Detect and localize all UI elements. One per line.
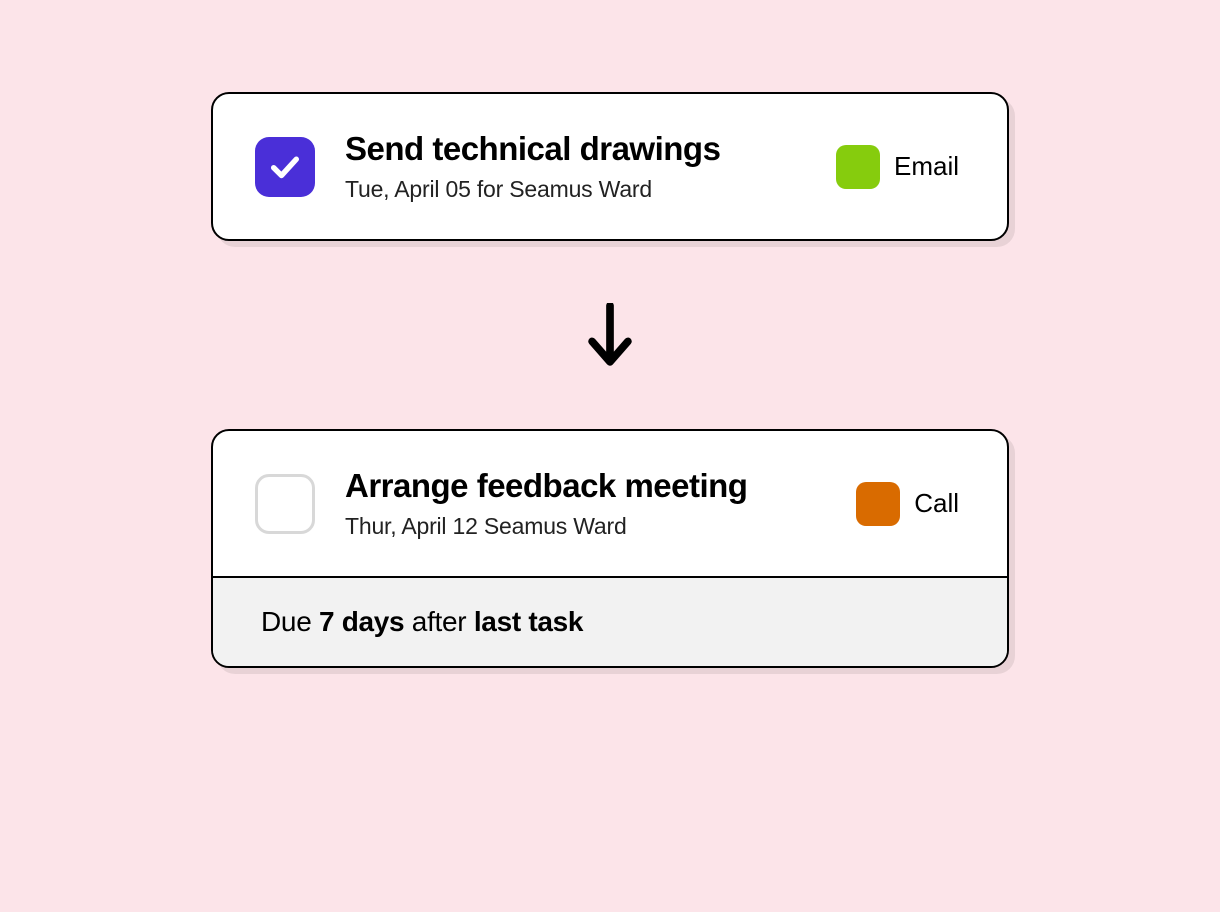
task-main-row: Arrange feedback meeting Thur, April 12 … (213, 431, 1007, 576)
task-tag[interactable]: Email (836, 145, 959, 189)
due-days: 7 days (319, 606, 404, 637)
check-icon (268, 150, 302, 184)
arrow-down-icon (584, 303, 636, 367)
task-title: Arrange feedback meeting (345, 467, 856, 505)
tag-color-swatch (836, 145, 880, 189)
task-title: Send technical drawings (345, 130, 836, 168)
due-prefix: Due (261, 606, 319, 637)
checkbox-unchecked[interactable] (255, 474, 315, 534)
task-subtitle: Tue, April 05 for Seamus Ward (345, 176, 836, 203)
task-tag[interactable]: Call (856, 482, 959, 526)
due-ref: last task (474, 606, 583, 637)
tag-label: Call (914, 488, 959, 519)
task-card-1[interactable]: Send technical drawings Tue, April 05 fo… (211, 92, 1009, 241)
task-main-row: Send technical drawings Tue, April 05 fo… (213, 94, 1007, 239)
tag-color-swatch (856, 482, 900, 526)
arrow-down-container (584, 303, 636, 367)
checkbox-checked[interactable] (255, 137, 315, 197)
task-text-block: Arrange feedback meeting Thur, April 12 … (345, 467, 856, 540)
due-mid: after (404, 606, 474, 637)
tag-label: Email (894, 151, 959, 182)
due-section: Due 7 days after last task (213, 576, 1007, 666)
task-card-2[interactable]: Arrange feedback meeting Thur, April 12 … (211, 429, 1009, 668)
task-subtitle: Thur, April 12 Seamus Ward (345, 513, 856, 540)
task-text-block: Send technical drawings Tue, April 05 fo… (345, 130, 836, 203)
